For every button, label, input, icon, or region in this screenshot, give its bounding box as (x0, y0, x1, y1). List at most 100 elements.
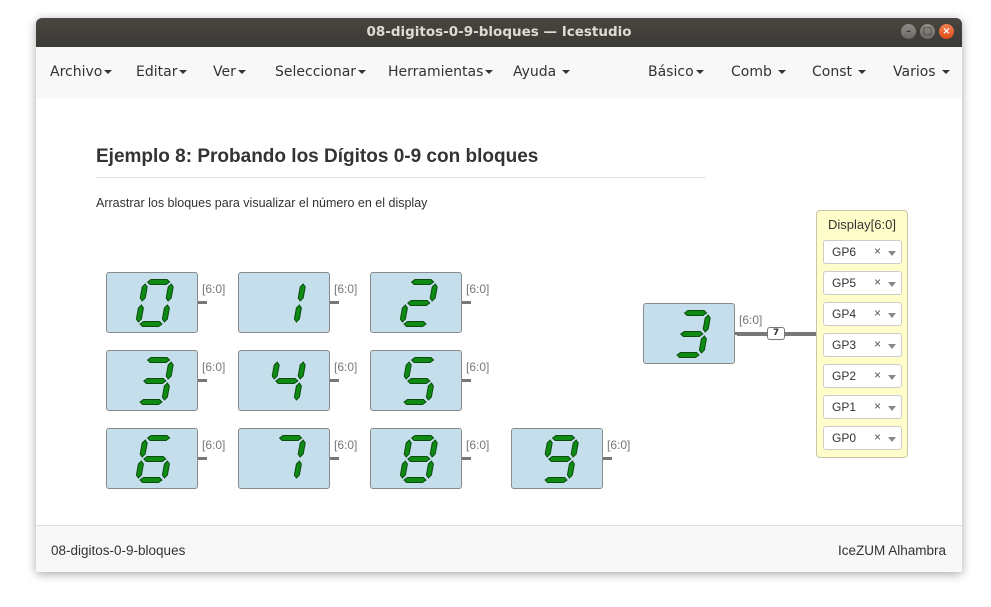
segment-b (165, 361, 174, 380)
segment-d (139, 399, 163, 405)
segment-c (161, 304, 170, 323)
digit-block-4[interactable] (238, 350, 330, 411)
pin-value: GP1 (832, 400, 857, 414)
output-port[interactable] (198, 301, 207, 304)
window-title: 08-digitos-0-9-bloques — Icestudio (366, 24, 632, 40)
menu-herramientas[interactable]: Herramientas (388, 64, 494, 80)
clear-icon[interactable]: × (874, 275, 881, 289)
caret-down-icon (485, 70, 494, 74)
seven-segment-display (139, 357, 174, 405)
segment-c (425, 460, 434, 479)
segment-f (403, 361, 412, 380)
digit-block-6[interactable] (106, 428, 198, 489)
minimize-icon[interactable]: – (901, 24, 916, 39)
segment-a (146, 279, 171, 285)
pin-select-gp1[interactable]: GP1 × (823, 395, 902, 419)
dropdown-arrow-icon[interactable] (888, 406, 896, 411)
digit-block-0[interactable] (106, 272, 198, 333)
output-port[interactable] (198, 457, 207, 460)
dropdown-arrow-icon[interactable] (888, 282, 896, 287)
dropdown-arrow-icon[interactable] (888, 344, 896, 349)
menu-editar[interactable]: Editar (136, 64, 188, 80)
menu-archivo[interactable]: Archivo (50, 64, 113, 80)
clear-icon[interactable]: × (874, 430, 881, 444)
menu-ayuda[interactable]: Ayuda (513, 64, 571, 80)
segment-b (429, 283, 438, 302)
segment-f (544, 439, 553, 458)
dropdown-arrow-icon[interactable] (888, 437, 896, 442)
pin-select-gp5[interactable]: GP5 × (823, 271, 902, 295)
design-canvas[interactable]: Ejemplo 8: Probando los Dígitos 0-9 con … (36, 98, 962, 525)
output-port[interactable] (603, 457, 612, 460)
menu-const[interactable]: Const (812, 64, 866, 80)
output-port[interactable] (462, 379, 471, 382)
display-digit-block[interactable] (643, 303, 735, 364)
app-window: 08-digitos-0-9-bloques — Icestudio – □ ×… (36, 18, 962, 572)
pin-value: GP3 (832, 338, 857, 352)
clear-icon[interactable]: × (874, 306, 881, 320)
segment-f (139, 439, 148, 458)
pin-select-gp6[interactable]: GP6 × (823, 240, 902, 264)
segment-c (293, 382, 302, 401)
segment-d (544, 477, 568, 483)
caret-down-icon (941, 70, 950, 74)
digit-block-5[interactable] (370, 350, 462, 411)
footer-board[interactable]: IceZUM Alhambra (838, 543, 946, 558)
clear-icon[interactable]: × (874, 244, 881, 258)
segment-e (399, 304, 408, 323)
output-port[interactable] (330, 379, 339, 382)
output-block-display[interactable]: Display[6:0] GP6 × GP5 × GP4 × GP3 × GP2 × GP1 × GP0… (816, 210, 908, 458)
close-icon[interactable]: × (939, 24, 954, 39)
segment-g (143, 378, 167, 384)
segment-a (278, 435, 303, 441)
menu-comb[interactable]: Comb (731, 64, 786, 80)
seven-segment-display (544, 435, 579, 483)
clear-icon[interactable]: × (874, 337, 881, 351)
output-port[interactable] (735, 332, 744, 335)
clear-icon[interactable]: × (874, 399, 881, 413)
menu-ver[interactable]: Ver (213, 64, 246, 80)
clear-icon[interactable]: × (874, 368, 881, 382)
footer-filename: 08-digitos-0-9-bloques (51, 543, 186, 558)
digit-block-1[interactable] (238, 272, 330, 333)
output-port[interactable] (462, 457, 471, 460)
output-port[interactable] (330, 301, 339, 304)
caret-down-icon (562, 70, 571, 74)
dropdown-arrow-icon[interactable] (888, 313, 896, 318)
pin-select-gp3[interactable]: GP3 × (823, 333, 902, 357)
pin-select-gp4[interactable]: GP4 × (823, 302, 902, 326)
seven-segment-display (399, 435, 438, 483)
digit-block-7[interactable] (238, 428, 330, 489)
segment-g (143, 456, 167, 462)
segment-g (407, 456, 431, 462)
digit-block-8[interactable] (370, 428, 462, 489)
segment-d (676, 352, 700, 358)
digit-block-2[interactable] (370, 272, 462, 333)
digit-block-3[interactable] (106, 350, 198, 411)
pin-select-gp0[interactable]: GP0 × (823, 426, 902, 450)
segment-d (139, 321, 163, 327)
segment-c (161, 460, 170, 479)
dropdown-arrow-icon[interactable] (888, 251, 896, 256)
pin-value: GP4 (832, 307, 857, 321)
pin-select-gp2[interactable]: GP2 × (823, 364, 902, 388)
seven-segment-display (399, 279, 438, 327)
seven-segment-display (676, 310, 711, 358)
pin-value: GP2 (832, 369, 857, 383)
segment-a (683, 310, 708, 316)
menu-varios[interactable]: Varios (893, 64, 950, 80)
dropdown-arrow-icon[interactable] (888, 375, 896, 380)
port-label: [6:0] (202, 282, 226, 296)
menu-basico[interactable]: Básico (648, 64, 704, 80)
digit-block-9[interactable] (511, 428, 603, 489)
segment-g (680, 331, 704, 337)
menu-seleccionar[interactable]: Seleccionar (275, 64, 367, 80)
heading-divider (96, 177, 706, 178)
maximize-icon[interactable]: □ (920, 24, 935, 39)
segment-b (297, 439, 306, 458)
caret-down-icon (179, 70, 188, 74)
output-port[interactable] (462, 301, 471, 304)
output-port[interactable] (198, 379, 207, 382)
seven-segment-display (293, 283, 306, 323)
output-port[interactable] (330, 457, 339, 460)
